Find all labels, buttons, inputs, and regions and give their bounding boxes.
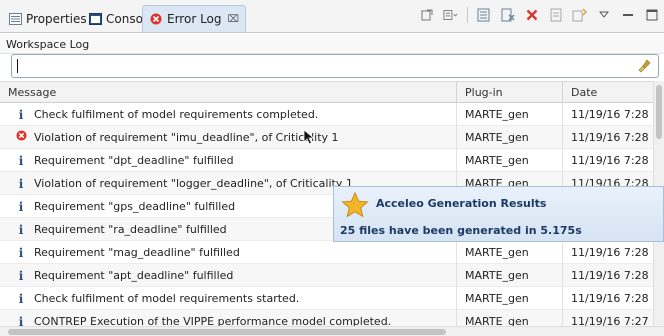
plugin-cell: MARTE_gen	[456, 241, 562, 264]
plugin-cell: MARTE_gen	[456, 103, 562, 126]
tab-error-log-label: Error Log	[167, 12, 222, 26]
table-row[interactable]: Violation of requirement "imu_deadline",…	[0, 126, 664, 149]
properties-icon	[8, 12, 22, 26]
clear-filter-icon[interactable]	[638, 59, 652, 76]
console-icon	[88, 12, 102, 26]
message-cell: i Check fulfilment of model requirements …	[14, 287, 454, 310]
message-text: Requirement "ra_deadline" fulfilled	[34, 223, 227, 236]
tab-error-log[interactable]: Error Log ⌧	[142, 5, 247, 32]
message-text: Violation of requirement "imu_deadline",…	[34, 131, 339, 144]
info-icon: i	[18, 268, 24, 283]
filter-input[interactable]	[12, 55, 622, 77]
info-icon: i	[18, 222, 24, 237]
table-row[interactable]: i Requirement "dpt_deadline" fulfilled MAR…	[0, 149, 664, 172]
message-text: Requirement "mag_deadline" fulfilled	[34, 246, 240, 259]
minimize-icon[interactable]	[620, 7, 636, 23]
filter-menu-icon[interactable]	[443, 7, 459, 23]
message-cell: Violation of requirement "imu_deadline",…	[14, 126, 454, 149]
message-text: Check fulfilment of model requirements s…	[34, 292, 300, 305]
table-row[interactable]: i Check fulfilment of model requirements …	[0, 287, 664, 310]
generation-results-popup[interactable]: Acceleo Generation Results 25 files have…	[333, 186, 664, 242]
date-cell: 11/19/16 7:28 P	[562, 149, 654, 172]
toolbar-separator	[467, 7, 468, 23]
date-cell: 11/19/16 7:28 P	[562, 287, 654, 310]
table-header: Message Plug-in Date	[0, 81, 664, 104]
filter-field[interactable]	[11, 54, 659, 78]
column-header-date[interactable]: Date	[562, 82, 664, 104]
date-cell: 11/19/16 7:28 P	[562, 126, 654, 149]
message-cell: i Requirement "apt_deadline" fulfilled	[14, 264, 454, 287]
view-tab-bar: Properties Console Error Log ⌧	[0, 0, 664, 33]
date-cell: 11/19/16 7:28 P	[562, 241, 654, 264]
message-text: Requirement "gps_deadline" fulfilled	[34, 200, 236, 213]
tab-properties[interactable]: Properties	[2, 5, 93, 32]
message-cell: i Requirement "mag_deadline" fulfilled	[14, 241, 454, 264]
horizontal-scrollbar[interactable]	[0, 326, 664, 336]
message-text: Requirement "dpt_deadline" fulfilled	[34, 154, 234, 167]
message-text: Violation of requirement "logger_deadlin…	[34, 177, 353, 190]
view-menu-icon[interactable]	[596, 7, 612, 23]
vertical-scrollbar-thumb[interactable]	[656, 85, 662, 139]
message-cell: i Check fulfilment of model requirements …	[14, 103, 454, 126]
message-text: Check fulfilment of model requirements c…	[34, 108, 319, 121]
info-icon: i	[18, 291, 24, 306]
view-toolbar	[419, 7, 660, 23]
clear-log-icon[interactable]	[500, 7, 516, 23]
popup-message: 25 files have been generated in 5.175s	[340, 224, 582, 237]
plugin-cell: MARTE_gen	[456, 149, 562, 172]
error-log-icon	[149, 12, 163, 26]
error-icon	[14, 126, 28, 149]
message-cell: i Requirement "dpt_deadline" fulfilled	[14, 149, 454, 172]
mouse-pointer-icon	[303, 129, 315, 148]
message-text: Requirement "apt_deadline" fulfilled	[34, 269, 234, 282]
restore-log-icon[interactable]	[548, 7, 564, 23]
info-icon: i	[18, 176, 24, 191]
column-header-plugin[interactable]: Plug-in	[456, 82, 562, 104]
plugin-cell: MARTE_gen	[456, 287, 562, 310]
export-log-icon[interactable]	[419, 7, 435, 23]
tab-properties-label: Properties	[26, 11, 87, 26]
open-log-icon[interactable]	[476, 7, 492, 23]
delete-log-icon[interactable]	[524, 7, 540, 23]
table-row[interactable]: i Requirement "mag_deadline" fulfilled MAR…	[0, 241, 664, 264]
activate-on-new-events-icon[interactable]	[572, 7, 588, 23]
table-row[interactable]: i Check fulfilment of model requirements …	[0, 103, 664, 126]
table-row[interactable]: i Requirement "apt_deadline" fulfilled MAR…	[0, 264, 664, 287]
star-icon	[341, 191, 369, 222]
workspace-log-label: Workspace Log	[0, 34, 664, 54]
plugin-cell: MARTE_gen	[456, 264, 562, 287]
horizontal-scrollbar-thumb[interactable]	[8, 329, 446, 335]
info-icon: i	[18, 153, 24, 168]
text-cursor	[17, 59, 18, 73]
column-header-message[interactable]: Message	[0, 82, 456, 104]
popup-title: Acceleo Generation Results	[376, 197, 547, 210]
maximize-icon[interactable]	[644, 7, 660, 23]
info-icon: i	[18, 245, 24, 260]
tab-close-icon[interactable]: ⌧	[228, 14, 240, 25]
plugin-cell: MARTE_gen	[456, 126, 562, 149]
date-cell: 11/19/16 7:28 P	[562, 103, 654, 126]
info-icon: i	[18, 199, 24, 214]
info-icon: i	[18, 107, 24, 122]
date-cell: 11/19/16 7:28 P	[562, 264, 654, 287]
